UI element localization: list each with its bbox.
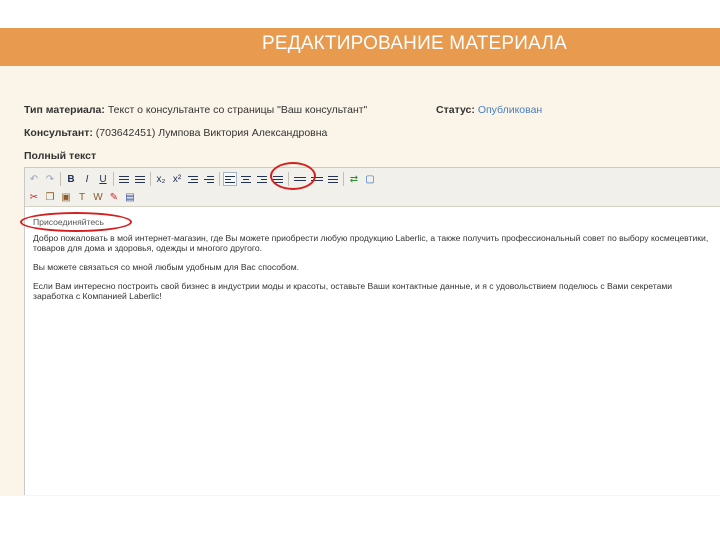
content-line: товаров для дома и здоровья, одежды и мн…: [33, 243, 262, 253]
fulltext-row: Полный текст: [24, 150, 96, 162]
toolbar-separator: [219, 172, 220, 186]
align-left-icon[interactable]: [223, 172, 237, 186]
outdent-icon[interactable]: [202, 172, 216, 186]
format-icon[interactable]: [326, 172, 340, 186]
bulleted-list-icon[interactable]: [133, 172, 147, 186]
toolbar-separator: [60, 172, 61, 186]
annotation-circle-toolbar: [270, 162, 316, 190]
align-center-icon[interactable]: [239, 172, 253, 186]
align-right-icon[interactable]: [255, 172, 269, 186]
link-icon[interactable]: ⇄: [347, 172, 361, 186]
page-title: РЕДАКТИРОВАНИЕ МАТЕРИАЛА: [262, 33, 567, 54]
underline-icon[interactable]: U: [96, 172, 110, 186]
fullscreen-icon[interactable]: ▢: [363, 172, 377, 186]
ordered-list-icon[interactable]: [117, 172, 131, 186]
editor-content[interactable]: Присоединяйтесь Добро пожаловать в мой и…: [33, 217, 720, 310]
toolbar-separator: [150, 172, 151, 186]
consultant-row: Консультант: (703642451) Лумпова Виктори…: [24, 127, 327, 139]
toolbar-separator: [113, 172, 114, 186]
status-label: Статус:: [436, 104, 475, 116]
paste-word-icon[interactable]: W: [91, 190, 105, 204]
cut-icon[interactable]: ✂: [27, 190, 41, 204]
page-header: РЕДАКТИРОВАНИЕ МАТЕРИАЛА: [0, 28, 720, 66]
save-icon[interactable]: ▤: [123, 190, 137, 204]
editor-toolbar: ↶ ↷ B I U x₂ x² ⇄ ▢ ✂ ❐ ▣ T W ✎ ▤: [25, 168, 720, 207]
consultant-label: Консультант:: [24, 127, 93, 139]
material-type-value: Текст о консультанте со страницы "Ваш ко…: [107, 104, 368, 116]
annotation-circle-heading: [20, 212, 132, 232]
toolbar-row-2: ✂ ❐ ▣ T W ✎ ▤: [27, 189, 139, 205]
paste-text-icon[interactable]: T: [75, 190, 89, 204]
paste-icon[interactable]: ▣: [59, 190, 73, 204]
rich-text-editor[interactable]: ↶ ↷ B I U x₂ x² ⇄ ▢ ✂ ❐ ▣ T W ✎ ▤ Присое…: [24, 167, 720, 495]
subscript-icon[interactable]: x₂: [154, 172, 168, 186]
material-type-row: Тип материала: Текст о консультанте со с…: [24, 104, 367, 116]
material-type-label: Тип материала:: [24, 104, 105, 116]
italic-icon[interactable]: I: [80, 172, 94, 186]
content-line: Добро пожаловать в мой интернет-магазин,…: [33, 233, 709, 243]
content-line: Если Вам интересно построить свой бизнес…: [33, 281, 673, 291]
content-paragraph: Если Вам интересно построить свой бизнес…: [33, 281, 720, 301]
status-row: Статус: Опубликован: [436, 104, 542, 116]
redo-icon[interactable]: ↷: [43, 172, 57, 186]
undo-icon[interactable]: ↶: [27, 172, 41, 186]
superscript-icon[interactable]: x²: [170, 172, 184, 186]
indent-icon[interactable]: [186, 172, 200, 186]
content-paragraph: Вы можете связаться со мной любым удобны…: [33, 262, 299, 272]
bold-icon[interactable]: B: [64, 172, 78, 186]
copy-icon[interactable]: ❐: [43, 190, 57, 204]
consultant-value: (703642451) Лумпова Виктория Александров…: [95, 127, 328, 139]
content-heading: Присоединяйтесь: [33, 217, 104, 227]
toolbar-row-1: ↶ ↷ B I U x₂ x² ⇄ ▢: [27, 171, 379, 187]
clean-icon[interactable]: ✎: [107, 190, 121, 204]
status-value[interactable]: Опубликован: [478, 104, 542, 116]
fulltext-label: Полный текст: [24, 150, 97, 162]
toolbar-separator: [343, 172, 344, 186]
content-paragraph: Добро пожаловать в мой интернет-магазин,…: [33, 233, 720, 253]
content-line: заработка с Компанией Laberlic!: [33, 291, 162, 301]
